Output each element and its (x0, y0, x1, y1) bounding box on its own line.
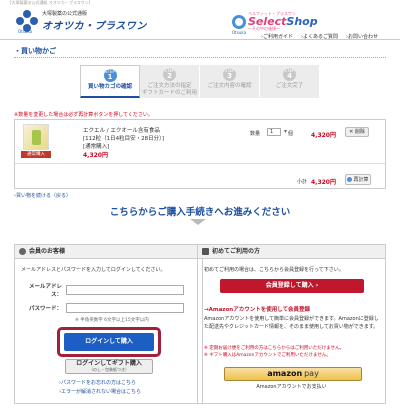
new-customer-panel: 初めてご利用の方 初めてご利用の場合は、こちらから会員登録を行って下さい。 会員… (197, 244, 386, 404)
product-image[interactable] (23, 124, 49, 150)
product-type: [通常購入] (83, 143, 110, 150)
proceed-heading: こちらからご購入手続きへお進みください (109, 207, 291, 218)
brand-subtitle: 大塚製薬の公式通販 (42, 11, 88, 17)
amazon-pay-word: pay (304, 369, 319, 378)
quantity-select[interactable]: 1 (267, 128, 287, 136)
step-2-label: ご注文方法の指定 ギフトカードのご利用 (141, 83, 197, 96)
step-2: STEP 2 ご注文方法の指定 ギフトカードのご利用 (140, 65, 200, 98)
email-field[interactable] (66, 285, 184, 295)
quantity-unit: 個 (288, 131, 294, 137)
step-1: STEP 1 買い物カゴの確認 (80, 65, 140, 98)
continue-shopping-link[interactable]: 買い物を続ける（戻る） (14, 192, 71, 199)
product-name[interactable]: エクエル / エクオール含有食品 (83, 128, 164, 136)
select-shop-logo[interactable]: ベルフィット・プラスワン SelectShop ～その中の価値～ (232, 12, 318, 31)
login-gift-purchase-button[interactable]: ログインしてギフト購入 （のし・包装紙つき） (65, 359, 153, 374)
amazon-register-heading: Amazonアカウントを使用して会員登録 (204, 305, 310, 313)
nav-faq-link[interactable]: よくあるご質問 (301, 33, 338, 40)
subtotal-label: 小計 (297, 179, 308, 185)
site-header: 大塚製薬の公式通販 オオツカ・プラスワン Otsuka ベルフィット・プラスワン… (0, 6, 400, 40)
email-label: メールアドレス： (28, 284, 62, 298)
select-shop-shop-word: Shop (286, 15, 318, 28)
product-info: エクエル / エクオール含有食品 [112粒（1日4粒目安・28日分）] [通常… (83, 128, 164, 161)
password-hint: ※ 半角英数字 6文字以上15文字以内 (75, 318, 149, 323)
step-1-badge: STEP 1 (103, 69, 117, 82)
step-4-badge: STEP 4 (283, 68, 296, 81)
recalculate-button[interactable]: 再計算 (345, 174, 371, 185)
step-1-label: 買い物カゴの確認 (87, 84, 132, 90)
select-shop-icon (232, 14, 246, 29)
nav-guide-link[interactable]: ご利用ガイド (261, 33, 293, 40)
new-panel-title: 初めてご利用の方 (198, 245, 385, 259)
delete-button[interactable]: ✕ 削除 (345, 127, 369, 137)
cart-table: 通常購入 エクエル / エクオール含有食品 [112粒（1日4粒目安・28日分）… (14, 119, 386, 189)
member-panel-title: 会員のお客様 (15, 245, 202, 259)
step-4: STEP 4 ご注文完了 (260, 65, 320, 98)
amazon-desc: Amazonアカウントを使用して簡単に会員登録ができます。Amazonに登録した… (204, 316, 379, 330)
forgot-password-link[interactable]: パスワードをお忘れの方はこちら (59, 379, 136, 386)
amazon-pay-button[interactable]: amazon pay (224, 367, 362, 381)
email-row: メールアドレス： (21, 282, 197, 298)
login-purchase-button[interactable]: ログインして購入 (64, 333, 154, 351)
purchase-type-badge: 通常購入 (21, 151, 51, 158)
page-title: ・買い物かご (14, 46, 386, 58)
step-3-label: ご注文内容の確認 (207, 83, 252, 89)
recalc-notice: ※数量を変更した場合は必ず再計算ボタンを押してください。 (14, 112, 153, 118)
new-panel-desc: 初めてご利用の場合は、こちらから会員登録を行って下さい。 (204, 267, 344, 273)
product-unit-price: 4,320円 (83, 151, 108, 159)
step-3: STEP 3 ご注文内容の確認 (200, 65, 260, 98)
password-row: パスワード： (21, 300, 197, 316)
header-nav: ご利用ガイド よくあるご質問 お問い合わせ (261, 33, 378, 40)
register-purchase-button[interactable]: 会員登録して購入 (220, 279, 364, 293)
step-3-badge: STEP 3 (223, 68, 236, 81)
checkout-steps: STEP 1 買い物カゴの確認 STEP 2 ご注文方法の指定 ギフトカードのご利用… (80, 65, 320, 98)
password-field[interactable] (66, 303, 184, 313)
user-icon (19, 248, 26, 255)
step-4-label: ご注文完了 (275, 83, 304, 89)
guide-book-icon (202, 248, 209, 255)
refresh-icon (347, 177, 353, 182)
amazon-pay-caption: Amazonアカウントでお支払い (256, 384, 327, 390)
brand-name: オオツカ・プラスワン (42, 21, 147, 32)
amazon-note: ※ 定期お届け便をご利用の方はこちらからはご利用いただけません。 ※ ギフト購入… (204, 346, 345, 358)
quantity-label: 数量 (250, 131, 261, 137)
brand-small-text: Otsuka (18, 29, 33, 34)
cart-item-row: 通常購入 エクエル / エクオール含有食品 [112粒（1日4粒目安・28日分）… (15, 120, 385, 164)
error-help-link[interactable]: エラーが解消されない場合はこちら (59, 388, 141, 395)
member-panel-desc: メールアドレスとパスワードを入力してログインしてください。 (21, 267, 166, 273)
step-2-badge: STEP 2 (163, 68, 176, 81)
nav-contact-link[interactable]: お問い合わせ (346, 33, 378, 40)
password-label: パスワード： (28, 306, 62, 312)
down-arrow-icon (190, 219, 206, 225)
row-price: 4,320円 (311, 132, 336, 139)
subtotal-value: 4,320円 (311, 179, 336, 186)
brand-logo[interactable]: 大塚製薬の公式通販 オオツカ・プラスワン (16, 10, 147, 32)
member-login-panel: 会員のお客様 メールアドレスとパスワードを入力してログインしてください。 メール… (14, 244, 203, 404)
select-shop-small-text: Otsuka (232, 30, 247, 35)
amazon-logo-word: amazon (267, 369, 303, 378)
product-detail: [112粒（1日4粒目安・28日分）] (83, 135, 165, 142)
